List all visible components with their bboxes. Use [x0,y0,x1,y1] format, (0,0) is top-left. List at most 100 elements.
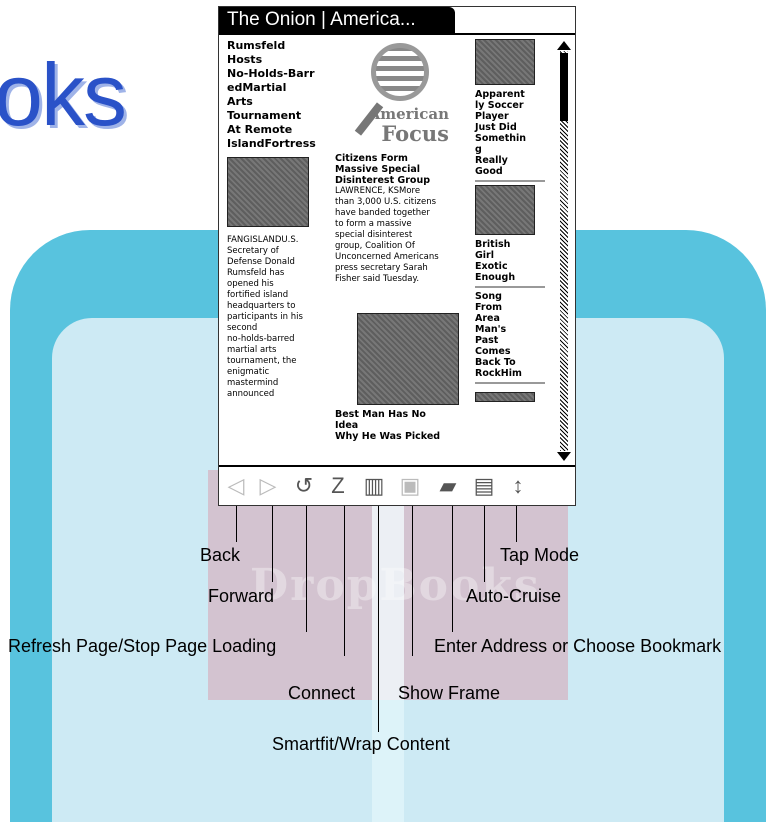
citizens-story-line: LAWRENCE, KSMore [335,186,421,196]
scroll-down-arrow-icon[interactable] [557,452,571,461]
citizens-headline-line: Massive Special [335,164,421,175]
soccer-headline-line: g [475,144,482,155]
british-girl-headline[interactable]: British Girl Exotic Enough [475,239,545,283]
rumsfeld-headline-line: Arts [227,95,253,108]
refresh-icon[interactable]: ↺ [291,473,317,499]
vertical-scrollbar[interactable] [557,41,571,461]
callout-line-tap-mode [516,506,517,542]
logo-focus: Focus [381,121,449,146]
rumsfeld-headline[interactable]: Rumsfeld Hosts No-Holds-Barr edMartial Arts T… [227,39,335,151]
british-girl-headline-line: Exotic [475,261,508,272]
song-headline-line: RockHim [475,368,522,379]
british-girl-headline-line: Enough [475,272,516,283]
rumsfeld-story-line: enigmatic [227,367,270,377]
citizens-story-line: than 3,000 U.S. citizens [335,197,437,207]
rumsfeld-headline-line: edMartial [227,81,287,94]
scroll-up-arrow-icon[interactable] [557,41,571,50]
small-ad-image [475,392,535,402]
callout-back: Back [200,545,241,565]
page-title: The Onion | America... [219,7,455,33]
callout-line-address [452,506,453,632]
rumsfeld-story-line: Secretary of [227,246,279,256]
rumsfeld-story-line: FANGISLANDU.S. [227,235,299,245]
song-headline-line: Back To [475,357,516,368]
callout-line-connect [344,506,345,656]
show-frame-icon[interactable]: ▣ [397,473,423,499]
song-headline[interactable]: Song From Area Man's Past Comes Back To RockHim [475,291,545,379]
best-man-photo [357,313,459,405]
callout-auto-cruise: Auto-Cruise [466,586,562,606]
callout-forward: Forward [208,586,275,606]
citizens-headline[interactable]: Citizens Form Massive Special Disinterest … [335,153,455,186]
auto-cruise-icon[interactable]: ▤ [471,473,497,499]
rumsfeld-headline-line: At Remote [227,123,293,136]
fortress-photo [227,157,309,227]
best-man-headline[interactable]: Best Man Has No Idea Why He Was Picked [335,409,455,442]
rumsfeld-story-line: opened his [227,279,274,289]
citizens-headline-line: Citizens Form [335,153,408,164]
rumsfeld-story-line: announced [227,389,275,399]
rumsfeld-story-line: no-holds-barred [227,334,295,344]
callout-line-back [236,506,237,542]
callout-refresh: Refresh Page/Stop Page Loading [8,636,277,656]
callout-line-forward [272,506,273,582]
soccer-photo [475,39,535,85]
callout-line-show-frame [412,506,413,656]
citizens-story-line: group, Coalition Of [335,241,415,251]
scroll-thumb[interactable] [560,53,568,121]
bookmark-folder-icon[interactable]: ▰ [435,473,461,499]
rumsfeld-story-line: Rumsfeld has [227,268,285,278]
callout-line-refresh [306,506,307,632]
left-column: Rumsfeld Hosts No-Holds-Barr edMartial Arts T… [227,39,335,400]
best-man-headline-line: Best Man Has No [335,409,426,420]
citizens-story-line: have banded together [335,208,430,218]
smartfit-icon[interactable]: ▥ [361,473,387,499]
rumsfeld-headline-line: Tournament [227,109,302,122]
callout-line-smartfit [378,506,379,732]
rumsfeld-story-line: tournament, the [227,356,297,366]
citizens-story-line: Fisher said Tuesday. [335,274,420,284]
song-headline-line: Song [475,291,502,302]
british-girl-photo [475,185,535,235]
rumsfeld-headline-line: IslandFortress [227,137,316,150]
british-girl-headline-line: British [475,239,511,250]
browser-toolbar: ◁ ▷ ↺ Z ▥ ▣ ▰ ▤ ↕ [219,465,575,505]
soccer-headline-line: Player [475,111,509,122]
callout-line-auto-cruise [484,506,485,582]
soccer-headline-line: Good [475,166,503,177]
right-column: Apparent ly Soccer Player Just Did Somethin g… [475,39,545,402]
soccer-headline-line: Somethin [475,133,527,144]
soccer-headline-line: Really [475,155,508,166]
rumsfeld-headline-line: Hosts [227,53,263,66]
citizens-story-line: press secretary Sarah [335,263,428,273]
callout-tap-mode: Tap Mode [500,545,580,565]
citizens-story-text: LAWRENCE, KSMore than 3,000 U.S. citizens… [335,186,455,285]
middle-column: American Focus Citizens Form Massive Spec… [335,39,459,442]
rumsfeld-story-text: FANGISLANDU.S. Secretary of Defense Donald… [227,235,335,400]
callout-show-frame: Show Frame [398,683,501,703]
back-icon[interactable]: ◁ [223,473,249,499]
callout-smartfit: Smartfit/Wrap Content [272,734,450,754]
song-headline-line: From [475,302,502,313]
tap-mode-icon[interactable]: ↕ [505,473,531,499]
american-focus-logo: American Focus [335,39,455,149]
citizens-story-line: special disinterest [335,230,413,240]
citizens-headline-line: Disinterest Group [335,175,431,186]
song-headline-line: Area [475,313,500,324]
callout-address: Enter Address or Choose Bookmark [434,636,722,656]
rumsfeld-story-line: fortified island [227,290,289,300]
song-headline-line: Past [475,335,499,346]
callout-connect: Connect [288,683,356,703]
title-underline [219,33,575,35]
rumsfeld-story-line: mastermind [227,378,279,388]
rumsfeld-story-line: Defense Donald [227,257,295,267]
connect-icon[interactable]: Z [325,473,351,499]
magnifier-flag-icon [371,43,429,101]
song-headline-line: Comes [475,346,511,357]
forward-icon[interactable]: ▷ [255,473,281,499]
browser-screen: The Onion | America... Rumsfeld Hosts No-H… [218,6,576,506]
citizens-story-line: Unconcerned Americans [335,252,439,262]
soccer-headline[interactable]: Apparent ly Soccer Player Just Did Somethin g… [475,89,545,177]
rumsfeld-headline-line: Rumsfeld [227,39,286,52]
best-man-headline-line: Idea [335,420,359,431]
